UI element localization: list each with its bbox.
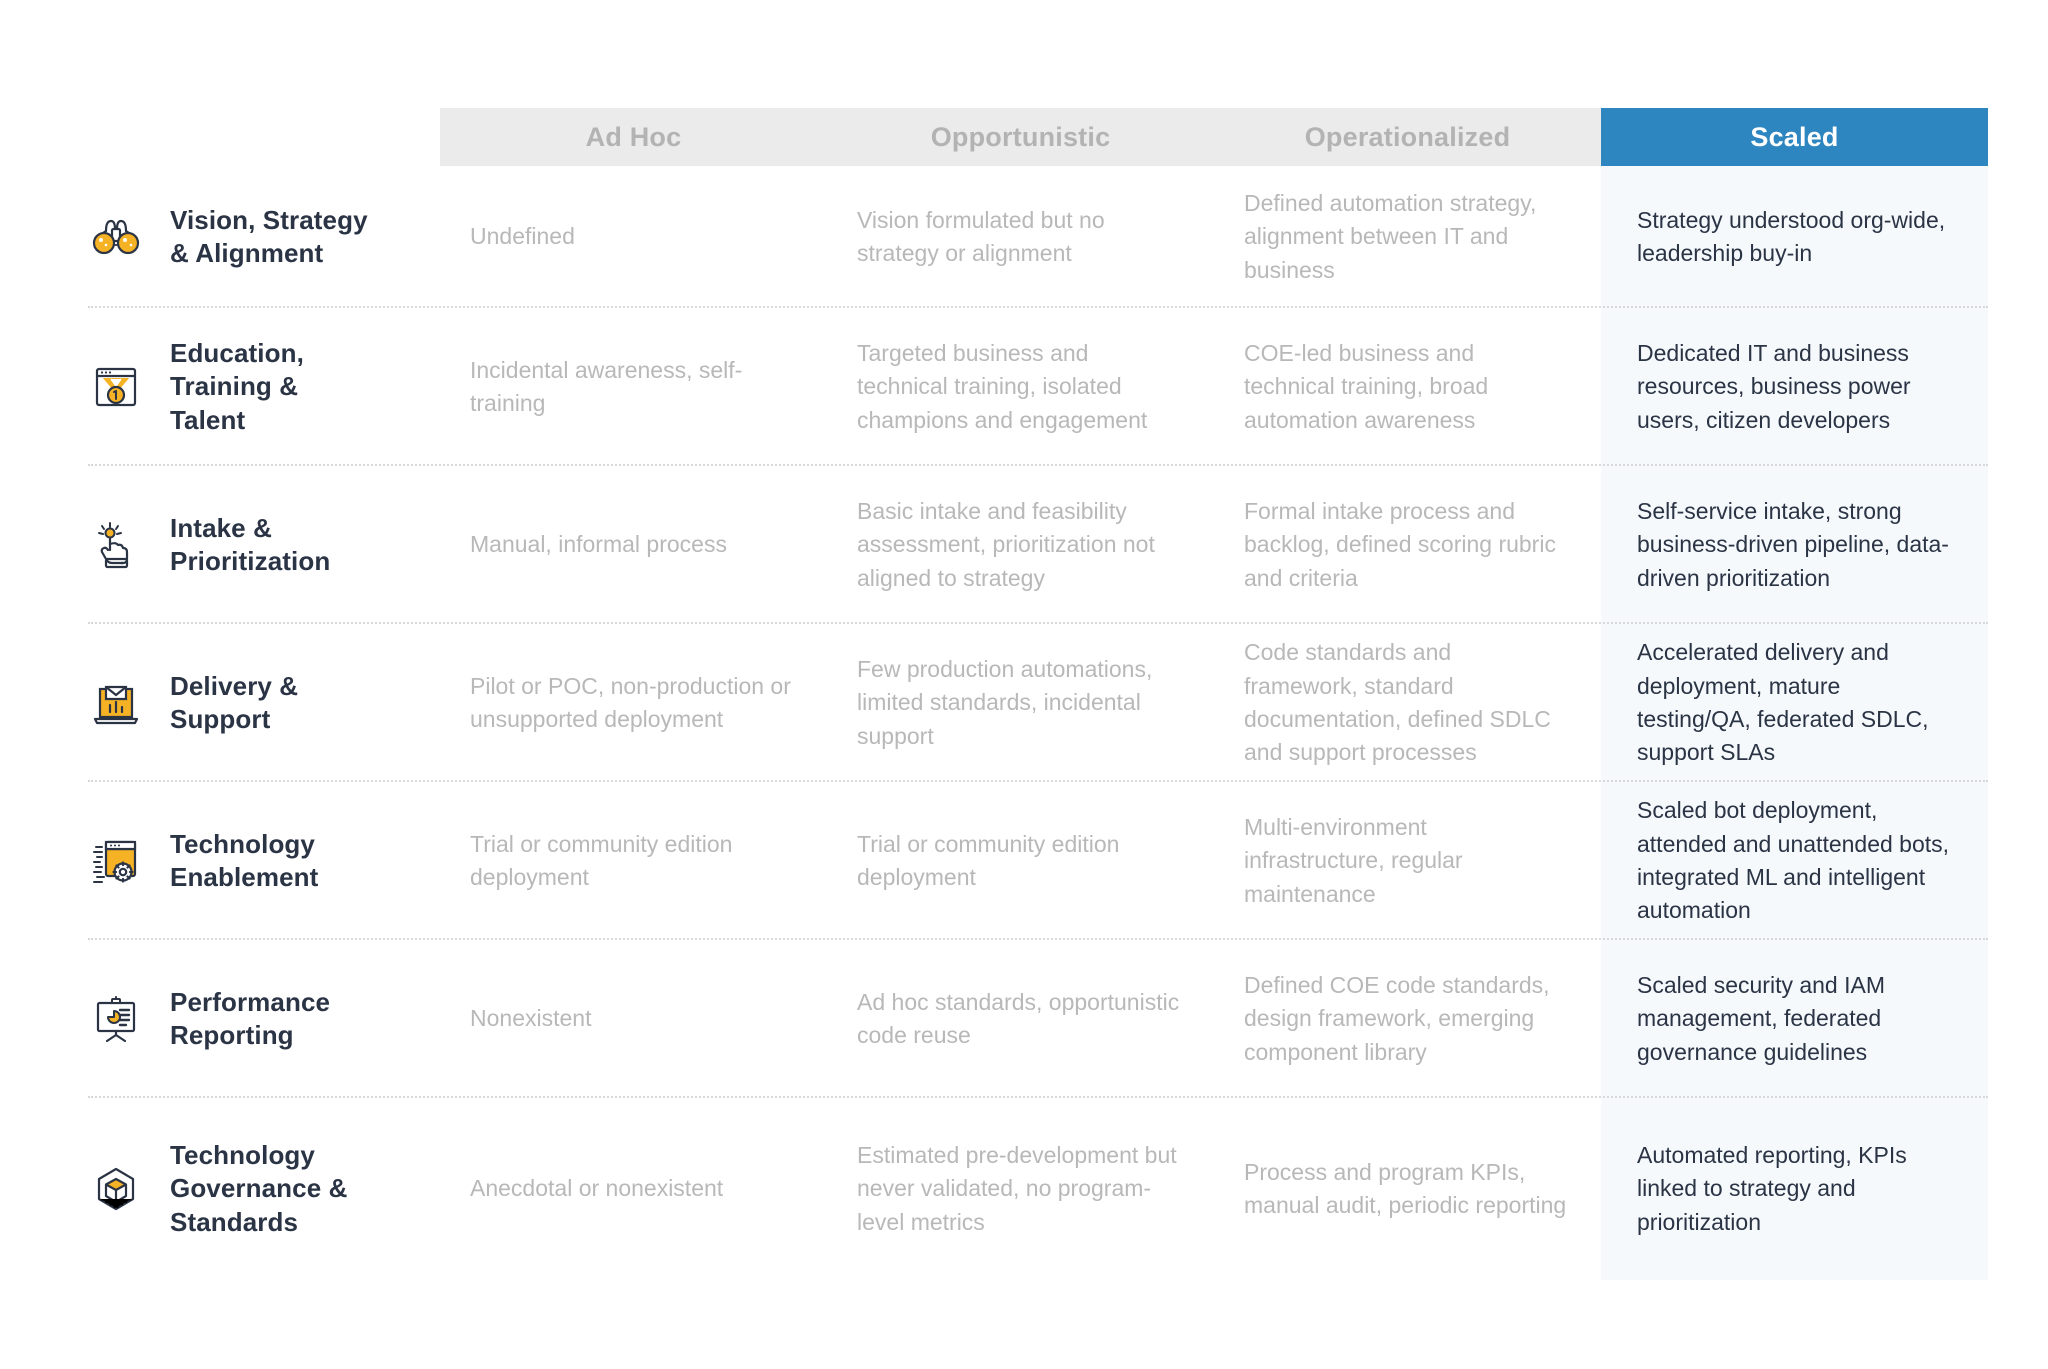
cell-scaled: Self-service intake, strong business-dri…	[1637, 497, 1949, 591]
cell-opportunistic: Targeted business and technical training…	[857, 339, 1148, 433]
row-title: Performance Reporting	[170, 986, 331, 1050]
cell-scaled: Dedicated IT and business resources, bus…	[1637, 339, 1911, 433]
table-row: Technology Governance & Standards Anecdota…	[0, 1098, 2048, 1280]
cell-opportunistic: Estimated pre-development but never vali…	[857, 1141, 1177, 1235]
cell-ad-hoc: Anecdotal or nonexistent	[470, 1175, 724, 1202]
maturity-matrix-grid: Ad Hoc Opportunistic Operationalized Sca…	[0, 0, 2048, 1369]
row-label-education-training-talent: Education, Training & Talent	[0, 308, 440, 466]
matrix-header-row: Ad Hoc Opportunistic Operationalized Sca…	[440, 108, 1988, 166]
cell-opportunistic: Few production automations, limited stan…	[857, 655, 1153, 749]
cell-opportunistic: Vision formulated but no strategy or ali…	[857, 206, 1105, 266]
row-label-technology-enablement: Technology Enablement	[0, 782, 440, 940]
cell-opportunistic: Basic intake and feasibility assessment,…	[857, 497, 1155, 591]
column-header-opportunistic[interactable]: Opportunistic	[827, 108, 1214, 166]
matrix-body: Vision, Strategy & Alignment Undefined Vi…	[0, 166, 2048, 1280]
row-label-delivery-support: Delivery & Support	[0, 624, 440, 782]
row-title: Delivery & Support	[170, 670, 299, 734]
row-title: Technology Enablement	[170, 828, 319, 892]
row-label-intake-prioritization: Intake & Prioritization	[0, 466, 440, 624]
cell-operationalized: Defined COE code standards, design frame…	[1244, 971, 1550, 1065]
column-header-scaled[interactable]: Scaled	[1601, 108, 1988, 166]
laptop-envelope-icon	[88, 675, 144, 731]
cell-scaled: Automated reporting, KPIs linked to stra…	[1637, 1141, 1907, 1235]
row-label-vision-strategy-alignment: Vision, Strategy & Alignment	[0, 166, 440, 308]
column-header-ad-hoc[interactable]: Ad Hoc	[440, 108, 827, 166]
cell-scaled: Scaled security and IAM management, fede…	[1637, 971, 1886, 1065]
cell-ad-hoc: Manual, informal process	[470, 531, 727, 558]
column-header-operationalized[interactable]: Operationalized	[1214, 108, 1601, 166]
cell-operationalized: Process and program KPIs, manual audit, …	[1244, 1158, 1567, 1218]
row-title: Education, Training & Talent	[170, 338, 304, 435]
cell-operationalized: Code standards and framework, standard d…	[1244, 639, 1551, 766]
cell-ad-hoc: Undefined	[470, 223, 575, 250]
row-title: Vision, Strategy & Alignment	[170, 204, 368, 268]
cell-operationalized: Formal intake process and backlog, defin…	[1244, 497, 1556, 591]
cell-operationalized: Defined automation strategy, alignment b…	[1244, 189, 1537, 283]
row-label-performance-reporting: Performance Reporting	[0, 940, 440, 1098]
table-row: Vision, Strategy & Alignment Undefined Vi…	[0, 166, 2048, 308]
binoculars-icon	[88, 209, 144, 265]
cell-scaled: Accelerated delivery and deployment, mat…	[1637, 639, 1929, 766]
cell-opportunistic: Trial or community edition deployment	[857, 830, 1120, 890]
row-title: Technology Governance & Standards	[170, 1140, 348, 1237]
row-label-technology-governance-standards: Technology Governance & Standards	[0, 1098, 440, 1280]
row-title: Intake & Prioritization	[170, 512, 331, 576]
cell-ad-hoc: Incidental awareness, self-training	[470, 356, 743, 416]
maturity-matrix-page: Ad Hoc Opportunistic Operationalized Sca…	[0, 0, 2048, 1369]
cell-ad-hoc: Pilot or POC, non-production or unsuppor…	[470, 672, 791, 732]
table-row: Education, Training & Talent Incidental aw…	[0, 308, 2048, 466]
cell-operationalized: COE-led business and technical training,…	[1244, 339, 1489, 433]
table-row: Intake & Prioritization Manual, informal …	[0, 466, 2048, 624]
cell-ad-hoc: Nonexistent	[470, 1005, 592, 1032]
cell-ad-hoc: Trial or community edition deployment	[470, 830, 733, 890]
table-row: Performance Reporting Nonexistent Ad hoc …	[0, 940, 2048, 1098]
presentation-chart-icon	[88, 991, 144, 1047]
table-row: Delivery & Support Pilot or POC, non-prod…	[0, 624, 2048, 782]
medal-window-icon	[88, 359, 144, 415]
cell-operationalized: Multi-environment infrastructure, regula…	[1244, 813, 1463, 907]
cell-scaled: Strategy understood org-wide, leadership…	[1637, 206, 1946, 266]
isometric-cube-icon	[88, 1161, 144, 1217]
table-row: Technology Enablement Trial or community …	[0, 782, 2048, 940]
window-gear-code-icon	[88, 833, 144, 889]
pointing-hand-spark-icon	[88, 517, 144, 573]
cell-opportunistic: Ad hoc standards, opportunistic code reu…	[857, 988, 1180, 1048]
cell-scaled: Scaled bot deployment, attended and unat…	[1637, 797, 1950, 924]
